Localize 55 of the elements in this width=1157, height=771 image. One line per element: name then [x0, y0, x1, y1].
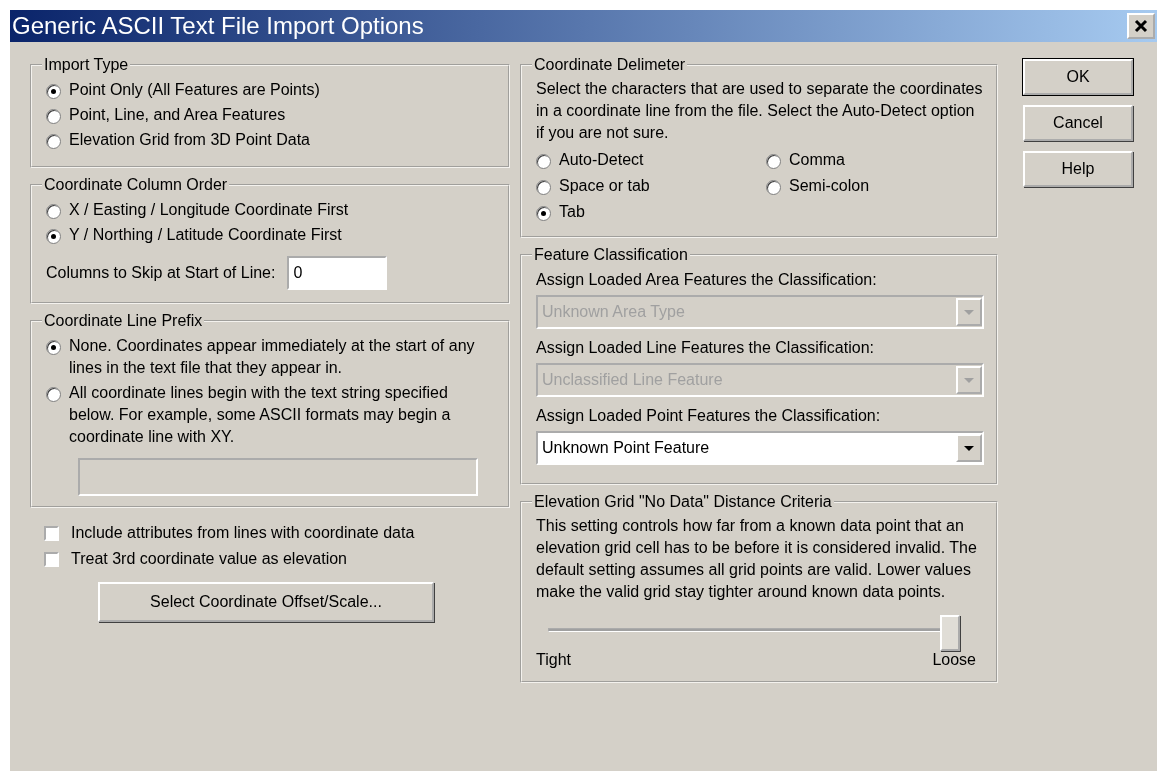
option-label[interactable]: Semi-colon	[789, 175, 870, 197]
option-label[interactable]: Y / Northing / Latitude Coordinate First	[69, 224, 342, 246]
dialog-button[interactable]: Cancel	[1023, 105, 1133, 141]
radio-button[interactable]	[46, 84, 61, 99]
slider-thumb[interactable]	[940, 615, 960, 651]
radio-button[interactable]	[536, 154, 551, 169]
option-label[interactable]: Comma	[789, 149, 845, 171]
close-button[interactable]	[1127, 13, 1155, 39]
option-label[interactable]: Tab	[559, 201, 585, 223]
classification-dropdown[interactable]: Unknown Point Feature	[536, 431, 984, 465]
group-title: Elevation Grid "No Data" Distance Criteria	[533, 493, 833, 511]
description-text: This setting controls how far from a known data point that an elevation grid cell has to be before it is considered invalid. The default setting assumes all grid points are valid. Lower values make the valid grid stay tighter around known data points.	[536, 516, 978, 602]
radio-button[interactable]	[46, 387, 61, 402]
dropdown-arrow-icon	[964, 445, 974, 451]
group-title: Coordinate Line Prefix	[43, 312, 204, 330]
dropdown-arrow-icon	[964, 377, 974, 383]
checkbox[interactable]	[44, 551, 59, 567]
offset-scale-button[interactable]: Select Coordinate Offset/Scale...	[98, 582, 434, 622]
radio-button[interactable]	[536, 180, 551, 195]
field-label: Assign Loaded Area Features the Classification:	[536, 270, 878, 290]
option-label[interactable]: Space or tab	[559, 175, 650, 197]
radio-button[interactable]	[766, 154, 781, 169]
checkbox-label[interactable]: Include attributes from lines with coordinate data	[71, 524, 415, 542]
field-label: Assign Loaded Point Features the Classification:	[536, 406, 882, 426]
radio-button[interactable]	[46, 109, 61, 124]
field-label: Columns to Skip at Start of Line:	[46, 264, 276, 282]
option-label[interactable]: All coordinate lines begin with the text string specified below. For example, some ASCII formats may begin a coordinate line with XY.	[69, 382, 496, 448]
checkbox-label[interactable]: Treat 3rd coordinate value as elevation	[71, 550, 347, 568]
option-label[interactable]: Auto-Detect	[559, 149, 644, 171]
checkbox[interactable]	[44, 525, 59, 541]
slider-label: Loose	[932, 651, 976, 669]
group-title: Feature Classification	[533, 246, 689, 264]
field-label: Assign Loaded Line Features the Classification:	[536, 338, 875, 358]
description-text: Select the characters that are used to separate the coordinates in a coordinate line from the file. Select the Auto-Detect option if you are not sure.	[536, 79, 984, 143]
option-label[interactable]: Point, Line, and Area Features	[69, 104, 286, 126]
option-label[interactable]: Point Only (All Features are Points)	[69, 79, 320, 101]
option-label[interactable]: None. Coordinates appear immediately at the start of any lines in the text file that they appear in.	[69, 335, 496, 379]
slider-label: Tight	[536, 651, 571, 669]
radio-button[interactable]	[46, 229, 61, 244]
columns-field[interactable]: 0	[287, 256, 388, 290]
radio-button[interactable]	[766, 180, 781, 195]
group-title: Import Type	[43, 56, 130, 74]
group-title: Coordinate Delimeter	[533, 56, 687, 74]
dialog-button[interactable]: OK	[1023, 59, 1133, 95]
dialog-button[interactable]: Help	[1023, 151, 1133, 187]
option-label[interactable]: Elevation Grid from 3D Point Data	[69, 129, 310, 151]
group-title: Coordinate Column Order	[43, 176, 229, 194]
radio-button[interactable]	[536, 206, 551, 221]
dropdown-arrow-icon	[964, 309, 974, 315]
window-title: Generic ASCII Text File Import Options	[12, 12, 424, 40]
close-icon	[1134, 19, 1148, 33]
option-label[interactable]: X / Easting / Longitude Coordinate First	[69, 199, 349, 221]
radio-button[interactable]	[46, 134, 61, 149]
radio-button[interactable]	[46, 340, 61, 355]
radio-button[interactable]	[46, 204, 61, 219]
